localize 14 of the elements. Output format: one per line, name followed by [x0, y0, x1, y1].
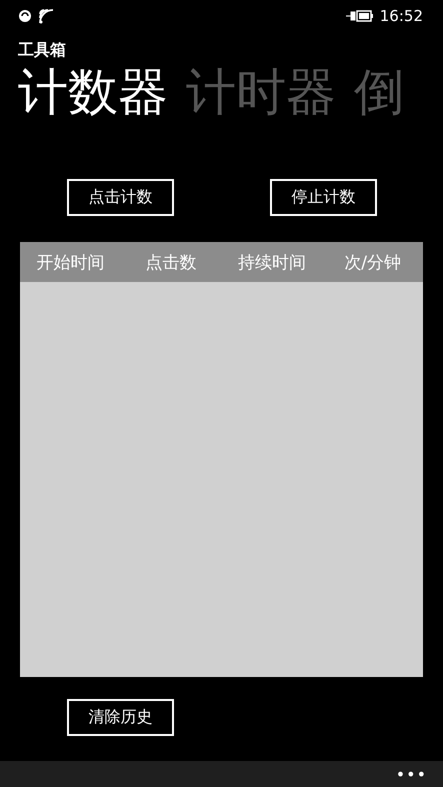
- column-header: 开始时间: [36, 252, 104, 274]
- more-button[interactable]: •••: [396, 764, 427, 784]
- battery-charging-icon: [346, 9, 374, 23]
- column-header: 次/分钟: [344, 252, 401, 274]
- clock-time: 16:52: [380, 7, 423, 25]
- app-title: 工具箱: [18, 40, 66, 60]
- sync-icon: [18, 9, 32, 23]
- column-header: 点击数: [146, 252, 197, 274]
- stop-count-button[interactable]: 停止计数: [270, 179, 377, 216]
- pivot-header[interactable]: 计数器: [18, 62, 168, 122]
- column-header: 持续时间: [238, 252, 306, 274]
- wifi-icon: [38, 8, 56, 24]
- clear-history-button[interactable]: 清除历史: [67, 699, 174, 736]
- count-button[interactable]: 点击计数: [67, 179, 174, 216]
